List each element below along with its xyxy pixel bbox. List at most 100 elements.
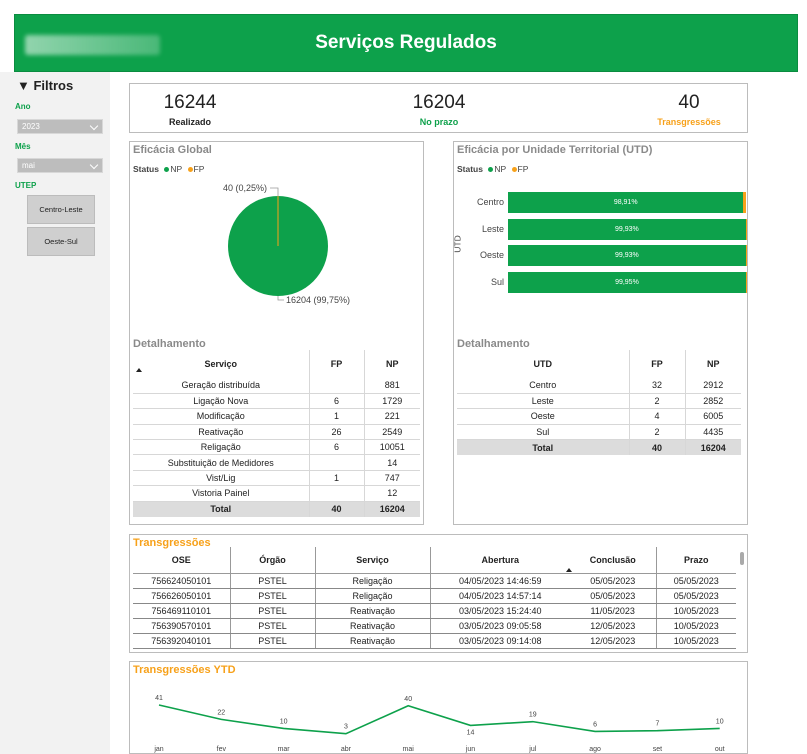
utd-legend: Status NP FP: [457, 164, 528, 174]
filters-sidebar: ▼ Filtros Ano 2023 Mês mai UTEP Centro-L…: [0, 72, 110, 754]
table-row[interactable]: Sul 2 4435: [457, 424, 741, 441]
ytd-x-tick-label: set: [653, 746, 662, 753]
legend-np: NP: [494, 164, 507, 174]
pie-chart: 40 (0,25%) 16204 (99,75%): [223, 183, 350, 305]
kpi-no-prazo-value: 16204: [412, 92, 466, 113]
ytd-data-label: 19: [529, 712, 537, 719]
fp-value: 6: [308, 439, 364, 456]
utep-button-centro-leste[interactable]: Centro-Leste: [27, 195, 95, 224]
utd-bar-category: Sul: [490, 276, 504, 287]
utd-bar-fp[interactable]: [745, 271, 747, 293]
utd-bar-category: Leste: [481, 223, 504, 234]
kpi-transgressoes-value: 40: [678, 92, 700, 113]
table-row[interactable]: 756390570101 PSTEL Reativação 03/05/2023 09…: [133, 618, 736, 634]
table-row[interactable]: 756469110101 PSTEL Reativação 03/05/2023 15…: [133, 603, 736, 619]
abertura-value: 03/05/2023 15:24:40: [429, 603, 570, 619]
chevron-down-icon: [89, 160, 99, 170]
total-label: Total: [457, 439, 629, 455]
eficacia-global-card: Eficácia Global Status NP FP 40 (0,25%) …: [129, 141, 424, 525]
fp-value: [308, 454, 364, 471]
table-row[interactable]: Modificação 1 221: [133, 408, 420, 425]
table-row[interactable]: Oeste 4 6005: [457, 408, 741, 425]
ose-value: 756626050101: [133, 588, 230, 604]
mes-select[interactable]: mai: [17, 158, 103, 173]
kpi-no-prazo-label: No prazo: [419, 117, 459, 127]
table-row[interactable]: Ligação Nova 6 1729: [133, 393, 420, 410]
orgao-value: PSTEL: [229, 573, 315, 589]
utep-button-oeste-sul[interactable]: Oeste-Sul: [27, 227, 95, 256]
col-ose[interactable]: OSE: [133, 547, 230, 574]
total-np: 16204: [363, 501, 420, 517]
sort-ascending-icon[interactable]: [135, 367, 143, 373]
table-row[interactable]: Reativação 26 2549: [133, 424, 420, 441]
utd-bar-np[interactable]: 99,95%: [508, 271, 746, 293]
chevron-down-icon: [89, 121, 99, 131]
pie-fp-label: 40 (0,25%): [223, 183, 267, 193]
row-label: Geração distribuída: [133, 378, 309, 394]
table-row[interactable]: Vistoria Painel 12: [133, 485, 420, 502]
fp-value: 2: [628, 424, 685, 441]
col-fp[interactable]: FP: [308, 350, 364, 378]
col-orgao[interactable]: Órgão: [229, 547, 315, 574]
np-value: 221: [363, 408, 420, 425]
ytd-x-tick-label: abr: [341, 746, 352, 753]
fp-value: 4: [628, 408, 685, 425]
ano-select[interactable]: 2023: [17, 119, 103, 134]
ano-value: 2023: [22, 122, 40, 131]
np-value: 12: [363, 485, 420, 502]
conclusao-value: 12/05/2023: [570, 633, 656, 649]
prazo-value: 05/05/2023: [655, 588, 736, 604]
row-label: Modificação: [133, 408, 309, 425]
ytd-series-line[interactable]: [158, 704, 720, 735]
table-row[interactable]: Centro 32 2912: [457, 378, 741, 394]
utd-bar-np[interactable]: 99,93%: [508, 245, 746, 266]
table-row[interactable]: Vist/Lig 1 747: [133, 470, 420, 487]
col-prazo[interactable]: Prazo: [655, 547, 736, 574]
np-value: 2549: [363, 424, 420, 441]
col-abertura[interactable]: Abertura: [429, 547, 570, 574]
kpi-transgressoes-label: Transgressões: [657, 117, 721, 127]
col-utd[interactable]: UTD: [457, 350, 629, 378]
ytd-data-label: 10: [280, 718, 288, 725]
table-row[interactable]: 756392040101 PSTEL Reativação 03/05/2023 09…: [133, 633, 736, 649]
ytd-data-label: 6: [593, 721, 597, 728]
col-servico[interactable]: Serviço: [133, 350, 309, 378]
sort-ascending-icon[interactable]: [565, 567, 573, 573]
orgao-value: PSTEL: [229, 618, 315, 634]
col-conclusao[interactable]: Conclusão: [570, 547, 656, 574]
table-row[interactable]: Geração distribuída 881: [133, 378, 420, 394]
utd-bar-np[interactable]: 98,91%: [508, 192, 744, 213]
utd-bar-fp[interactable]: [745, 245, 747, 266]
table-row[interactable]: Substituição de Medidores 14: [133, 454, 420, 471]
ytd-x-tick-label: fev: [217, 746, 227, 753]
col-np[interactable]: NP: [684, 350, 741, 378]
fp-dot-icon: [187, 166, 193, 172]
ose-value: 756390570101: [133, 618, 230, 634]
col-servico[interactable]: Serviço: [314, 547, 430, 574]
col-fp[interactable]: FP: [628, 350, 685, 378]
filters-title: ▼ Filtros: [17, 78, 74, 93]
servico-value: Reativação: [314, 603, 430, 619]
row-label: Reativação: [133, 424, 309, 441]
fp-dot-icon: [511, 166, 517, 172]
table-scrollbar[interactable]: [740, 552, 744, 565]
utd-bar-fp[interactable]: [743, 192, 746, 213]
utd-bar-np[interactable]: 99,93%: [508, 218, 746, 240]
ytd-data-label: 10: [716, 718, 724, 725]
kpi-realizado-label: Realizado: [168, 117, 211, 127]
table-row[interactable]: 756624050101 PSTEL Religação 04/05/2023 14:…: [133, 573, 736, 589]
ose-value: 756392040101: [133, 633, 230, 649]
fp-value: 6: [308, 393, 364, 410]
legend-fp: FP: [517, 164, 529, 174]
table-row[interactable]: Leste 2 2852: [457, 393, 741, 410]
col-np[interactable]: NP: [363, 350, 420, 378]
utd-bar-fp[interactable]: [745, 218, 747, 240]
abertura-value: 03/05/2023 09:05:58: [429, 618, 570, 634]
prazo-value: 10/05/2023: [655, 603, 736, 619]
table-row[interactable]: Religação 6 10051: [133, 439, 420, 456]
kpi-realizado: 16244 Realizado: [130, 92, 250, 127]
row-label: Centro: [457, 378, 629, 394]
np-value: 1729: [363, 393, 420, 410]
table-row[interactable]: 756626050101 PSTEL Religação 04/05/2023 14:…: [133, 588, 736, 604]
pie-fp-leader: [270, 187, 279, 196]
